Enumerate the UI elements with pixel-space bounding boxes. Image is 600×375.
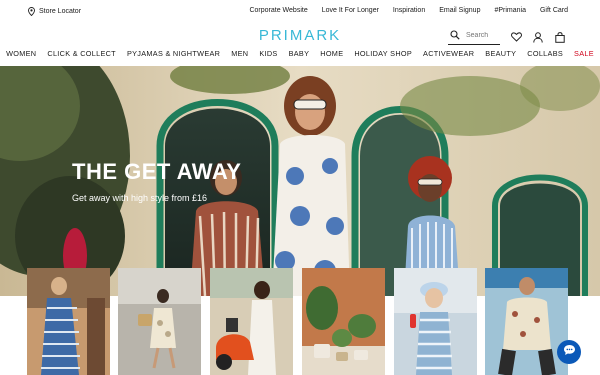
nav-activewear[interactable]: ACTIVEWEAR (423, 49, 474, 65)
search-icon[interactable] (450, 29, 460, 41)
store-locator-link[interactable]: Store Locator (27, 7, 81, 16)
category-tile[interactable] (485, 268, 568, 375)
shopping-bag-icon[interactable] (554, 31, 566, 43)
nav-sale[interactable]: SALE (574, 49, 594, 65)
nav-click-and-collect[interactable]: CLICK & COLLECT (47, 49, 116, 65)
love-it-for-longer-link[interactable]: Love It For Longer (322, 7, 379, 14)
tile-image-toddler-sunhat (394, 268, 477, 375)
utility-bar: Store Locator Corporate Website Love It … (0, 0, 600, 24)
hero-subtitle: Get away with high style from £16 (72, 193, 208, 203)
nav-men[interactable]: MEN (231, 49, 248, 65)
tile-image-scooter (210, 268, 293, 375)
tile-image-child-straw-bag (118, 268, 201, 375)
primania-link[interactable]: #Primania (494, 7, 526, 14)
nav-women[interactable]: WOMEN (6, 49, 36, 65)
nav-holiday-shop[interactable]: HOLIDAY SHOP (354, 49, 412, 65)
main-nav: WOMEN CLICK & COLLECT PYJAMAS & NIGHTWEA… (0, 49, 600, 65)
utility-links: Corporate Website Love It For Longer Ins… (249, 7, 568, 14)
email-signup-link[interactable]: Email Signup (439, 7, 480, 14)
category-tile-selected[interactable] (210, 268, 293, 375)
inspiration-link[interactable]: Inspiration (393, 7, 425, 14)
corporate-website-link[interactable]: Corporate Website (249, 7, 307, 14)
nav-collabs[interactable]: COLLABS (527, 49, 563, 65)
store-locator-label: Store Locator (39, 8, 82, 15)
chat-bubble-icon (563, 343, 576, 361)
search-box[interactable] (448, 29, 500, 45)
tile-image-mens-shirt (485, 268, 568, 375)
gift-card-link[interactable]: Gift Card (540, 7, 568, 14)
heart-icon[interactable] (510, 31, 522, 43)
nav-kids[interactable]: KIDS (259, 49, 277, 65)
tile-image-plants (302, 268, 385, 375)
header-actions (448, 29, 566, 45)
nav-beauty[interactable]: BEAUTY (485, 49, 516, 65)
nav-home[interactable]: HOME (320, 49, 343, 65)
category-tile[interactable] (118, 268, 201, 375)
nav-pyjamas-nightwear[interactable]: PYJAMAS & NIGHTWEAR (127, 49, 220, 65)
search-input[interactable] (466, 31, 496, 39)
category-tile[interactable] (27, 268, 110, 375)
chat-button[interactable] (557, 340, 581, 364)
hero-title: THE GET AWAY (72, 159, 242, 184)
category-tile[interactable] (302, 268, 385, 375)
category-tile[interactable] (394, 268, 477, 375)
tile-image-striped-dress (27, 268, 110, 375)
location-pin-icon (27, 7, 35, 16)
category-tiles (0, 268, 600, 375)
hero-banner[interactable]: THE GET AWAY Get away with high style fr… (0, 66, 600, 296)
user-icon[interactable] (532, 31, 544, 43)
nav-baby[interactable]: BABY (289, 49, 310, 65)
